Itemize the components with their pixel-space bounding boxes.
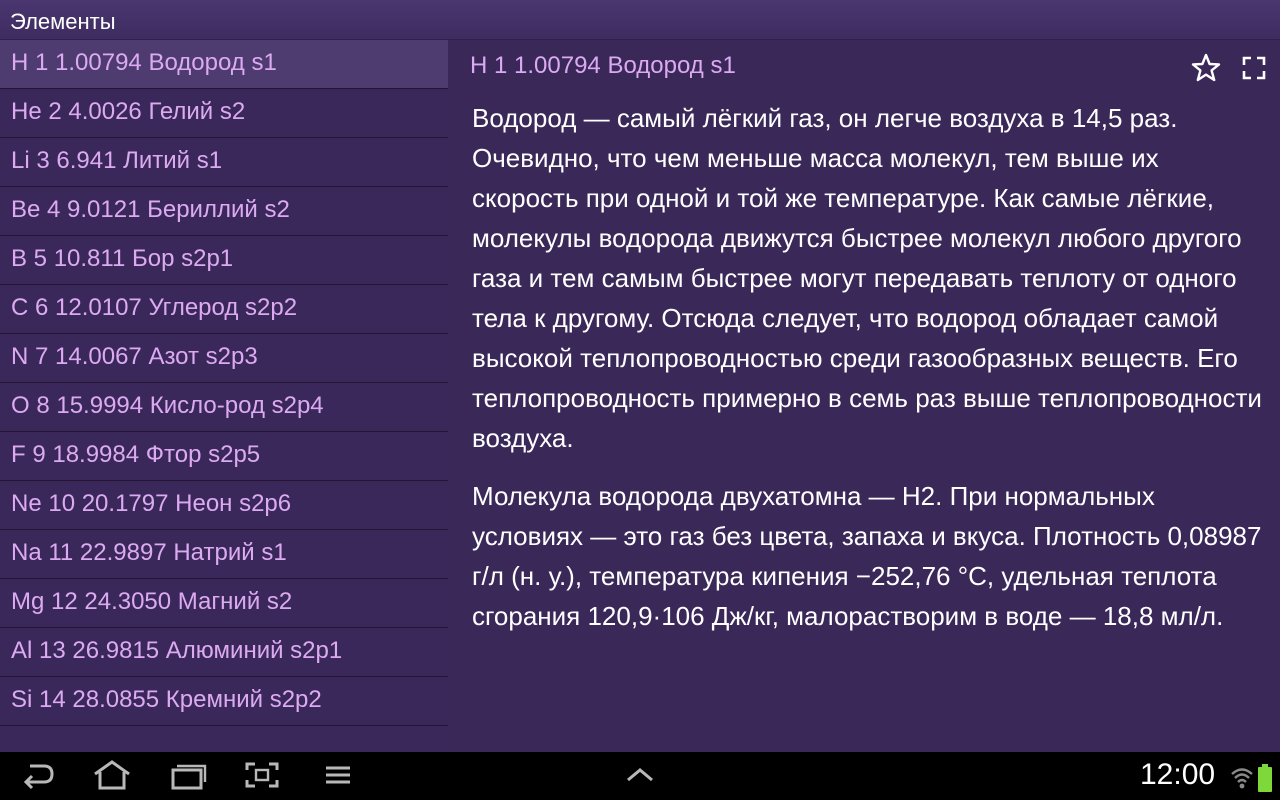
list-item-sodium[interactable]: Na 11 22.9897 Натрий s1 xyxy=(0,530,448,579)
article-paragraph: Молекула водорода двухатомна — H2. При н… xyxy=(472,481,1262,631)
list-item-magnesium[interactable]: Mg 12 24.3050 Магний s2 xyxy=(0,579,448,628)
article-text: Водород — самый лёгкий газ, он легче воз… xyxy=(472,98,1272,654)
screenshot-icon[interactable] xyxy=(238,760,286,792)
list-item-nitrogen[interactable]: N 7 14.0067 Азот s2p3 xyxy=(0,334,448,383)
recent-apps-icon[interactable] xyxy=(164,760,212,792)
list-item-lithium[interactable]: Li 3 6.941 Литий s1 xyxy=(0,138,448,187)
fullscreen-icon[interactable] xyxy=(1238,52,1270,84)
list-item-aluminium[interactable]: Al 13 26.9815 Алюминий s2p1 xyxy=(0,628,448,677)
wifi-icon xyxy=(1230,766,1254,795)
list-item-carbon[interactable]: C 6 12.0107 Углерод s2p2 xyxy=(0,285,448,334)
app-title: Элементы xyxy=(10,9,116,34)
home-icon[interactable] xyxy=(88,760,136,792)
list-item-helium[interactable]: He 2 4.0026 Гелий s2 xyxy=(0,89,448,138)
back-icon[interactable] xyxy=(14,760,62,792)
list-item-neon[interactable]: Ne 10 20.1797 Неон s2p6 xyxy=(0,481,448,530)
list-item-oxygen[interactable]: O 8 15.9994 Кисло-род s2p4 xyxy=(0,383,448,432)
chevron-up-icon[interactable] xyxy=(616,760,664,792)
star-outline-icon[interactable] xyxy=(1190,52,1222,84)
clock: 12:00 xyxy=(1140,758,1216,791)
list-item-silicon[interactable]: Si 14 28.0855 Кремний s2p2 xyxy=(0,677,448,726)
list-item-fluorine[interactable]: F 9 18.9984 Фтор s2p5 xyxy=(0,432,448,481)
battery-icon xyxy=(1258,764,1272,797)
list-item-hydrogen[interactable]: H 1 1.00794 Водород s1 xyxy=(0,40,448,89)
app-title-bar: Элементы xyxy=(0,0,1280,40)
article-paragraph: Водород — самый лёгкий газ, он легче воз… xyxy=(472,103,1262,453)
detail-pane[interactable]: H 1 1.00794 Водород s1 Водород — самый л… xyxy=(448,40,1280,752)
element-list[interactable]: H 1 1.00794 Водород s1 He 2 4.0026 Гелий… xyxy=(0,40,448,752)
list-item-beryllium[interactable]: Be 4 9.0121 Бериллий s2 xyxy=(0,187,448,236)
detail-header: H 1 1.00794 Водород s1 xyxy=(470,52,736,79)
menu-icon[interactable] xyxy=(314,760,362,792)
system-navigation-bar: 12:00 xyxy=(0,752,1280,800)
list-item-boron[interactable]: B 5 10.811 Бор s2p1 xyxy=(0,236,448,285)
